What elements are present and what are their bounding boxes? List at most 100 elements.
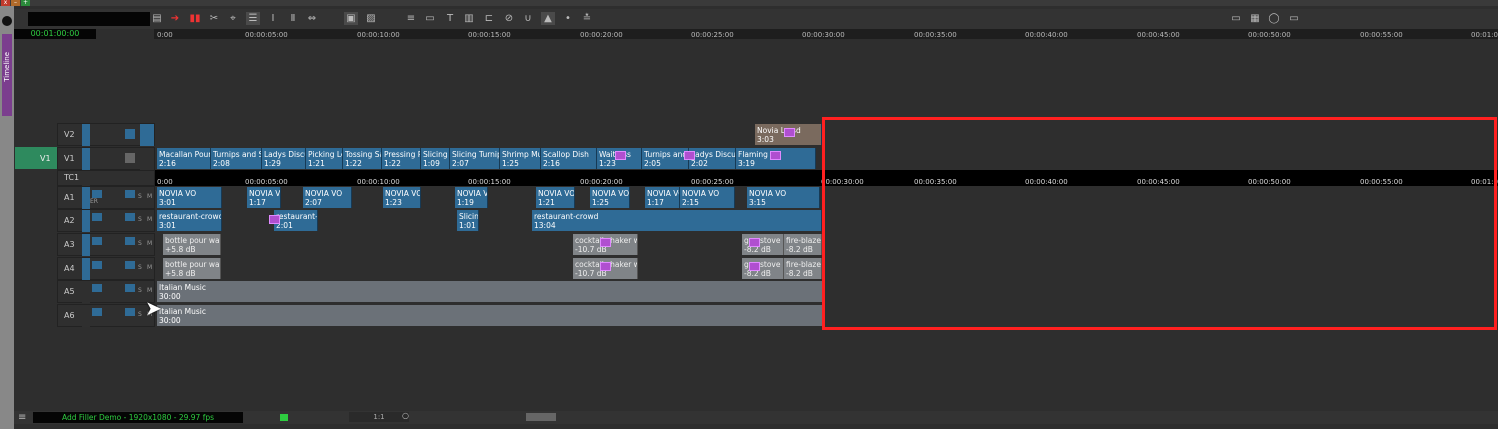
clip[interactable]: Shrimp Mus1:25 [500, 148, 541, 169]
segment-mode-icon[interactable]: ▣ [344, 12, 358, 25]
monitor-icon[interactable] [125, 308, 135, 316]
clip[interactable]: NOVIA VO 2:07 [303, 187, 352, 208]
add-edit-icon[interactable]: ⊏ [482, 12, 496, 25]
record-track-v1[interactable] [15, 147, 57, 169]
track-label[interactable]: A5 [64, 287, 75, 296]
video-monitor-toggle[interactable] [140, 148, 154, 170]
clip[interactable]: Slicing Turnips2:07 [450, 148, 500, 169]
solo-button[interactable]: S [138, 264, 142, 271]
effect-icon[interactable] [600, 238, 611, 247]
clip[interactable]: fire-blaze wav-8.2 dB [784, 234, 822, 255]
effect-icon[interactable] [770, 151, 781, 160]
solo-button[interactable]: S [138, 311, 142, 318]
solo-button[interactable]: S [138, 193, 142, 200]
clip[interactable]: bottle pour wav 2+5.8 dB [163, 234, 221, 255]
match-frame-icon[interactable]: ⇔ [305, 12, 319, 25]
clip[interactable]: NOVIA VO 3:15 [747, 187, 820, 208]
splice-in-icon[interactable]: ➔ [168, 12, 182, 25]
mute-button[interactable]: M [147, 240, 152, 247]
lock-icon[interactable] [125, 129, 135, 139]
clip[interactable]: NOVIA VO 1:23 [383, 187, 421, 208]
top-bottom-icon[interactable]: ▲ [541, 12, 555, 25]
clip[interactable]: NOVIA VO 2:15 [680, 187, 735, 208]
clip-color-icon[interactable]: ▭ [1287, 12, 1301, 25]
sync-lock-toggle[interactable] [82, 210, 90, 232]
track-label[interactable]: A2 [64, 216, 75, 225]
track-header-a2[interactable]: A2 S M [57, 209, 155, 232]
title-tool-icon[interactable]: T [443, 12, 457, 25]
timecode-display[interactable]: 00:01:00:00 [14, 29, 96, 39]
mute-icon[interactable]: ∪ [521, 12, 535, 25]
sync-lock-toggle[interactable] [82, 234, 90, 256]
audio-mixer-icon[interactable]: ≡ [404, 12, 418, 25]
sync-lock-toggle[interactable] [82, 281, 90, 303]
mute-button[interactable]: M [147, 287, 152, 294]
eye-icon[interactable] [2, 16, 12, 26]
settings-icon[interactable]: ◯ [1267, 12, 1281, 25]
effect-icon[interactable] [269, 215, 280, 224]
layout-b-icon[interactable]: ▦ [1248, 12, 1262, 25]
record-icon[interactable]: • [561, 12, 575, 25]
clip[interactable]: Pressing Pa1:22 [382, 148, 421, 169]
monitor-icon[interactable] [125, 261, 135, 269]
track-label[interactable]: V2 [64, 130, 75, 139]
clip[interactable]: Ladys Discuss1:29 [262, 148, 306, 169]
sync-lock-toggle[interactable] [82, 258, 90, 280]
track-header-a6[interactable]: A6 S M [57, 304, 155, 327]
insert-icon[interactable]: ≛ [580, 12, 594, 25]
tracking-display[interactable] [28, 12, 150, 26]
effect-icon[interactable] [749, 262, 760, 271]
overwrite-icon[interactable]: ▮▮ [188, 12, 202, 25]
sync-lock-toggle[interactable] [82, 124, 90, 146]
mute-button[interactable]: M [147, 193, 152, 200]
clip[interactable]: Macallan Pour St2:16 [157, 148, 211, 169]
sync-lock-toggle[interactable] [82, 305, 90, 327]
zoom-slider[interactable] [526, 413, 556, 421]
track-label[interactable]: A1 [64, 193, 75, 202]
menu-icon[interactable]: ≡ [18, 412, 26, 423]
clip[interactable]: restaurant-crowd 13:04 [532, 210, 822, 231]
mark-in-icon[interactable]: Ⅰ [266, 12, 280, 25]
clip[interactable]: NOVIA VO 1:21 [536, 187, 575, 208]
monitor-icon[interactable] [125, 213, 135, 221]
waveform-icon[interactable] [92, 284, 102, 292]
clip[interactable]: fire-blaze wav-8.2 dB [784, 258, 822, 279]
clip[interactable]: Scallop Dish 2:16 [541, 148, 597, 169]
clear-icon[interactable]: ⊘ [502, 12, 516, 25]
mark-out-icon[interactable]: Ⅱ [286, 12, 300, 25]
track-label[interactable]: A4 [64, 264, 75, 273]
track-label[interactable]: TC1 [64, 173, 79, 182]
clip[interactable]: NOVIA VO1:19 [455, 187, 488, 208]
waveform-icon[interactable] [92, 190, 102, 198]
clip[interactable]: NOVIA VO 1:25 [590, 187, 630, 208]
waveform-icon[interactable] [92, 213, 102, 221]
waveform-icon[interactable] [92, 237, 102, 245]
clip[interactable]: NOVIA VO1:17 [645, 187, 680, 208]
track-label[interactable]: A3 [64, 240, 75, 249]
maximize-window-icon[interactable]: + [21, 0, 30, 6]
clip[interactable]: Italian Music 30:00 [157, 281, 822, 302]
track-header-a5[interactable]: A5 S M [57, 280, 155, 303]
monitor-icon[interactable] [125, 237, 135, 245]
track-header-a1[interactable]: A1 S M [57, 186, 155, 209]
sync-lock-toggle[interactable] [82, 148, 90, 170]
monitor-icon[interactable] [125, 284, 135, 292]
track-header-v2[interactable]: V2 [57, 123, 155, 146]
search-icon[interactable]: ○ [402, 411, 409, 420]
clip[interactable]: Slicing1:01 [457, 210, 479, 231]
clip[interactable]: Slicing P1:09 [421, 148, 450, 169]
mute-button[interactable]: M [147, 264, 152, 271]
lift-icon[interactable]: ✂ [207, 12, 221, 25]
waveform-icon[interactable] [92, 308, 102, 316]
sync-lock-toggle[interactable] [82, 171, 90, 186]
effect-icon[interactable] [684, 151, 695, 160]
clip[interactable]: bottle pour wav 2+5.8 dB [163, 258, 221, 279]
clip[interactable]: Ladys Discuss2:02 [689, 148, 736, 169]
clip[interactable]: restaurant-crowd 3:01 [157, 210, 222, 231]
color-correct-icon[interactable]: ▥ [462, 12, 476, 25]
solo-button[interactable]: S [138, 216, 142, 223]
monitor-icon[interactable] [125, 190, 135, 198]
toggle-source-record-icon[interactable]: ☰ [246, 12, 260, 25]
track-label[interactable]: V1 [64, 154, 75, 163]
effect-icon[interactable] [615, 151, 626, 160]
